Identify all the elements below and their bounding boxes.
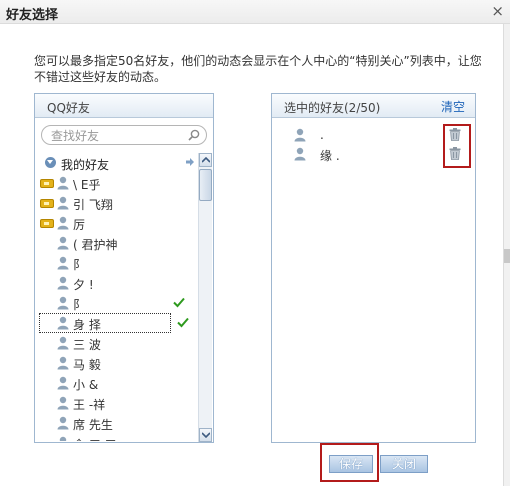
friend-list-item[interactable]: ( 君护神 <box>35 233 199 253</box>
qq-friends-panel-header: QQ好友 <box>35 94 213 118</box>
search-icon[interactable] <box>188 129 200 141</box>
selected-friend-name: 缘 . <box>320 149 340 163</box>
user-avatar-icon <box>57 416 69 430</box>
window-scroll-thumb[interactable] <box>504 249 510 263</box>
friend-tree: 我的好友 \ E乎引 飞翔厉( 君护神阝夕 ! 阝身 择三 波马 毅小 & 王 -祥… <box>35 153 199 441</box>
user-avatar-icon <box>294 147 306 161</box>
check-icon <box>173 297 185 308</box>
user-avatar-icon <box>57 296 69 310</box>
dialog-titlebar: 好友选择 × <box>0 0 510 24</box>
friend-list-item[interactable]: 夕 ! <box>35 273 199 293</box>
friend-name: ( 君护神 <box>73 238 118 252</box>
friend-group-label: 我的好友 <box>61 158 110 172</box>
arrow-right-icon[interactable] <box>185 157 195 167</box>
friend-list-item[interactable]: 席 先生 <box>35 413 199 433</box>
friend-list-item[interactable]: 厉 <box>35 213 199 233</box>
friend-list-item[interactable]: 马 毅 <box>35 353 199 373</box>
highlight-trash-icons <box>443 124 471 168</box>
vip-badge-icon <box>40 179 54 188</box>
vip-badge-icon <box>40 219 54 228</box>
friend-name: 引 飞翔 <box>73 198 113 212</box>
user-avatar-icon <box>294 128 306 142</box>
clear-selection-link[interactable]: 清空 <box>441 98 465 115</box>
friend-list-item[interactable]: 王 -祥 <box>35 393 199 413</box>
close-icon[interactable]: × <box>491 3 504 19</box>
chevron-up-icon <box>202 157 210 163</box>
user-avatar-icon <box>57 396 69 410</box>
qq-friends-panel-title: QQ好友 <box>47 101 90 115</box>
save-button[interactable]: 保存 <box>329 455 373 473</box>
user-avatar-icon <box>57 376 69 390</box>
friend-name: 三 波 <box>73 338 101 352</box>
scroll-thumb[interactable] <box>199 169 212 201</box>
friend-list-item[interactable]: 引 飞翔 <box>35 193 199 213</box>
scroll-up-button[interactable] <box>199 153 212 167</box>
friend-list-item[interactable]: 阝 <box>35 293 199 313</box>
friend-list-item[interactable]: 身 择 <box>39 313 189 333</box>
friend-list-scrollbar[interactable] <box>198 153 212 442</box>
user-avatar-icon <box>57 256 69 270</box>
friend-name: 厉 <box>73 218 86 232</box>
friend-name: \ E乎 <box>73 178 101 192</box>
user-avatar-icon <box>57 276 69 290</box>
qq-friends-panel: QQ好友 我的好友 \ E乎引 飞翔厉( 君护神阝夕 !阝身 择三 波马 毅小 … <box>34 93 214 443</box>
chevron-down-icon <box>202 432 210 438</box>
user-avatar-icon <box>57 316 69 330</box>
friend-list-item[interactable]: 余 三 三 <box>35 433 199 441</box>
friend-name: 小 & <box>73 378 99 392</box>
friend-list-item[interactable]: \ E乎 <box>35 173 199 193</box>
user-avatar-icon <box>57 356 69 370</box>
friend-list-item[interactable]: 三 波 <box>35 333 199 353</box>
user-avatar-icon <box>57 336 69 350</box>
friend-name: 阝 <box>73 298 86 312</box>
friend-name: 席 先生 <box>73 418 113 432</box>
friend-search-box[interactable] <box>41 125 207 145</box>
selected-friends-panel-header: 选中的好友(2/50) 清空 <box>272 94 475 118</box>
friend-name: 王 -祥 <box>73 398 106 412</box>
check-icon <box>177 317 189 328</box>
friend-name: 余 三 三 <box>73 436 117 441</box>
vip-badge-icon <box>40 199 54 208</box>
friend-list-item[interactable]: 阝 <box>35 253 199 273</box>
user-avatar-icon <box>57 176 69 190</box>
close-button[interactable]: 关闭 <box>380 455 428 473</box>
friend-name: 夕 ! <box>73 278 94 292</box>
scroll-down-button[interactable] <box>199 428 212 442</box>
friend-list-item[interactable]: 小 & <box>35 373 199 393</box>
friend-name: 阝 <box>73 258 86 272</box>
dialog-title: 好友选择 <box>6 8 59 23</box>
dialog-description: 您可以最多指定50名好友，他们的动态会显示在个人中心的“特别关心”列表中，让您不… <box>34 54 482 84</box>
user-avatar-icon <box>57 196 69 210</box>
selected-friends-title: 选中的好友(2/50) <box>284 101 381 115</box>
friend-group-my-friends[interactable]: 我的好友 <box>35 153 199 173</box>
selected-friend-name: . <box>320 128 324 142</box>
friend-search-input[interactable] <box>51 128 181 143</box>
user-avatar-icon <box>57 216 69 230</box>
user-avatar-icon <box>57 236 69 250</box>
window-scrollbar[interactable] <box>503 24 510 486</box>
friend-name: 身 择 <box>73 318 101 332</box>
group-collapse-icon[interactable] <box>45 157 56 168</box>
friend-name: 马 毅 <box>73 358 101 372</box>
user-avatar-icon <box>59 436 67 441</box>
